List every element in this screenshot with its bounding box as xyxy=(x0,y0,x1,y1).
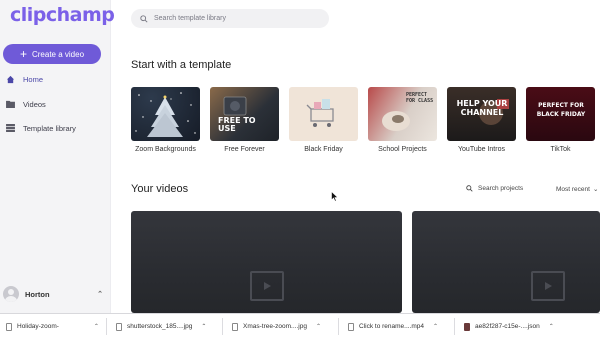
sidebar-item-label: Template library xyxy=(23,123,76,133)
divider xyxy=(454,318,455,335)
template-search-input[interactable]: Search template library xyxy=(131,9,329,28)
template-card-zoom-backgrounds[interactable]: Zoom Backgrounds xyxy=(131,87,200,153)
download-item[interactable]: Xmas-tree-zoom....jpg ⌃ xyxy=(232,314,321,338)
template-thumb-text: PERFECT FOR BLACK FRIDAY xyxy=(536,102,586,118)
search-icon xyxy=(140,14,148,23)
download-filename: Xmas-tree-zoom....jpg xyxy=(243,323,307,330)
divider xyxy=(338,318,339,335)
templates-section-title: Start with a template xyxy=(131,59,232,71)
chevron-up-icon: ⌃ xyxy=(315,324,321,330)
create-video-label: Create a video xyxy=(31,49,85,59)
project-search[interactable]: Search projects xyxy=(466,185,523,192)
download-filename: Holiday-zoom- xyxy=(17,323,59,330)
template-label: YouTube Intros xyxy=(458,146,505,153)
video-card[interactable] xyxy=(131,211,402,313)
user-menu[interactable]: Horton ⌃ xyxy=(3,285,107,303)
template-card-tiktok[interactable]: PERFECT FOR BLACK FRIDAY TikTok xyxy=(526,87,595,153)
videos-section-title: Your videos xyxy=(131,183,189,195)
plus-icon: + xyxy=(19,47,27,61)
file-icon xyxy=(464,322,470,331)
download-filename: Click to rename....mp4 xyxy=(359,323,425,330)
app-logo[interactable]: clipchamp xyxy=(10,4,115,26)
template-thumbnail: HELP YOUR CHANNEL xyxy=(447,87,516,141)
template-card-youtube-intros[interactable]: HELP YOUR CHANNEL YouTube Intros xyxy=(447,87,516,153)
template-thumbnail: FREE TO USE xyxy=(210,87,279,141)
download-item[interactable]: Click to rename....mp4 ⌃ xyxy=(348,314,438,338)
sidebar-item-home[interactable]: Home xyxy=(5,72,43,86)
downloads-bar: Holiday-zoom- ⌃ shutterstock_185....jpg … xyxy=(0,313,600,338)
home-icon xyxy=(5,74,15,84)
chevron-up-icon: ⌃ xyxy=(548,324,554,330)
sort-label: Most recent xyxy=(556,185,590,193)
template-thumbnail xyxy=(289,87,358,141)
avatar xyxy=(3,286,19,302)
file-icon xyxy=(116,322,122,331)
video-placeholder-icon xyxy=(250,271,284,301)
template-card-free-forever[interactable]: FREE TO USE Free Forever xyxy=(210,87,279,153)
sidebar: clipchamp + Create a video Home Videos T… xyxy=(0,0,115,313)
divider xyxy=(106,318,107,335)
chevron-up-icon: ⌃ xyxy=(201,324,207,330)
template-thumb-text: PERFECT FOR CLASS xyxy=(406,92,434,104)
file-icon xyxy=(348,322,354,331)
chevron-up-icon: ⌃ xyxy=(97,291,103,298)
download-item[interactable]: ae82f287-c15e-....json ⌃ xyxy=(464,314,554,338)
mouse-cursor-icon xyxy=(331,191,339,202)
template-thumb-text: FREE TO USE xyxy=(218,116,256,133)
project-search-label: Search projects xyxy=(478,185,524,192)
chevron-down-icon: ⌄ xyxy=(592,186,599,193)
search-icon xyxy=(466,185,473,192)
search-placeholder: Search template library xyxy=(154,15,226,22)
sidebar-item-template-library[interactable]: Template library xyxy=(5,121,76,135)
sidebar-item-label: Home xyxy=(23,74,44,84)
video-card[interactable] xyxy=(412,211,600,313)
download-item[interactable]: shutterstock_185....jpg ⌃ xyxy=(116,314,206,338)
sort-dropdown[interactable]: Most recent ⌄ xyxy=(556,185,599,194)
template-thumbnail xyxy=(131,87,200,141)
template-thumbnail: PERFECT FOR CLASS xyxy=(368,87,437,141)
divider xyxy=(222,318,223,335)
file-icon xyxy=(232,322,238,331)
template-label: School Projects xyxy=(378,146,427,153)
download-filename: ae82f287-c15e-....json xyxy=(475,323,540,330)
user-name: Horton xyxy=(25,289,50,299)
download-filename: shutterstock_185....jpg xyxy=(127,323,193,330)
template-library-icon xyxy=(5,123,15,133)
template-card-school-projects[interactable]: PERFECT FOR CLASS School Projects xyxy=(368,87,437,153)
sidebar-item-videos[interactable]: Videos xyxy=(5,97,46,111)
sidebar-item-label: Videos xyxy=(23,99,46,109)
template-label: TikTok xyxy=(550,146,571,153)
template-label: Black Friday xyxy=(304,146,343,153)
file-icon xyxy=(6,322,12,331)
template-thumbnail: PERFECT FOR BLACK FRIDAY xyxy=(526,87,595,141)
download-item[interactable]: Holiday-zoom- ⌃ xyxy=(6,314,99,338)
folder-icon xyxy=(5,99,15,109)
create-video-button[interactable]: + Create a video xyxy=(3,44,101,64)
chevron-up-icon: ⌃ xyxy=(93,324,99,330)
video-placeholder-icon xyxy=(531,271,565,301)
template-label: Zoom Backgrounds xyxy=(135,146,196,153)
template-label: Free Forever xyxy=(224,146,265,153)
chevron-up-icon: ⌃ xyxy=(433,324,439,330)
template-thumb-text: HELP YOUR CHANNEL xyxy=(456,99,508,118)
template-card-black-friday[interactable]: Black Friday xyxy=(289,87,358,153)
